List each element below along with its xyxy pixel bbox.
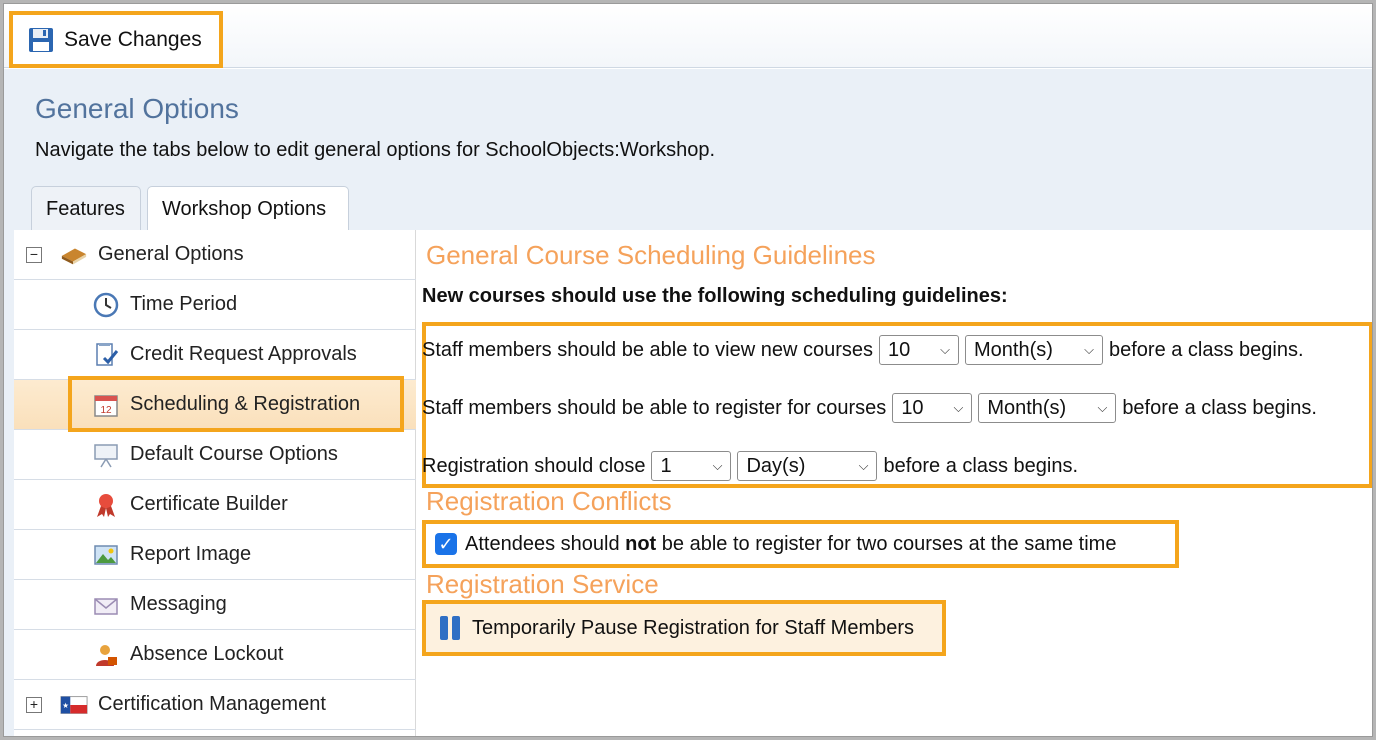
svg-text:12: 12 — [100, 405, 112, 416]
register-courses-number-select[interactable]: 10 ⌵ — [892, 393, 973, 423]
pause-registration-label: Temporarily Pause Registration for Staff… — [472, 616, 915, 639]
tree-label: Scheduling & Registration — [130, 393, 361, 415]
conflicts-checkbox-row[interactable]: ✓ Attendees should not be able to regist… — [422, 520, 1179, 568]
tree-label: Report Image — [130, 543, 252, 565]
conflicts-text-bold: not — [625, 532, 657, 555]
tree-label: Credit Request Approvals — [130, 343, 357, 365]
tree-label: Messaging — [130, 593, 227, 615]
svg-text:★: ★ — [62, 700, 69, 709]
tree-label: Default Course Options — [130, 443, 338, 465]
presentation-icon — [92, 441, 120, 469]
chevron-down-icon: ⌵ — [712, 458, 723, 473]
chevron-down-icon: ⌵ — [1097, 400, 1108, 415]
view-courses-unit-select[interactable]: Month(s) ⌵ — [964, 335, 1103, 365]
document-check-icon — [92, 341, 120, 369]
scheduling-intro: New courses should use the following sch… — [422, 285, 1008, 307]
section-title-scheduling: General Course Scheduling Guidelines — [426, 240, 876, 270]
save-changes-label: Save Changes — [64, 27, 202, 51]
tree-item-credit-request-approvals[interactable]: Credit Request Approvals — [14, 330, 416, 380]
ribbon-icon — [92, 491, 120, 519]
conflicts-text-before: Attendees should — [465, 532, 620, 555]
chevron-down-icon: ⌵ — [858, 458, 869, 473]
page-description: Navigate the tabs below to edit general … — [35, 139, 716, 161]
row-suffix: before a class begins. — [883, 454, 1079, 477]
section-title-service: Registration Service — [426, 569, 659, 599]
settings-panel: General Course Scheduling Guidelines New… — [416, 230, 1372, 736]
registration-close-row: Registration should close 1 ⌵ Day(s) ⌵ b… — [422, 451, 1078, 481]
row-suffix: before a class begins. — [1108, 338, 1304, 361]
row-prefix: Staff members should be able to view new… — [422, 338, 873, 361]
tree-item-absence-lockout[interactable]: Absence Lockout — [14, 630, 416, 680]
user-lock-icon — [92, 641, 120, 669]
tree-label: General Options — [98, 243, 244, 265]
toolbar: Save Changes — [4, 4, 1372, 68]
save-changes-button[interactable]: Save Changes — [9, 11, 223, 68]
registration-close-number-select[interactable]: 1 ⌵ — [651, 451, 732, 481]
book-icon — [60, 241, 88, 269]
view-courses-row: Staff members should be able to view new… — [422, 335, 1304, 365]
register-courses-unit-select[interactable]: Month(s) ⌵ — [978, 393, 1117, 423]
clock-icon — [92, 291, 120, 319]
tree-label: Absence Lockout — [130, 643, 284, 665]
expand-icon[interactable]: + — [26, 696, 42, 713]
tree-item-certification-management[interactable]: + ★ Certification Management — [14, 680, 416, 730]
tree-label: Certification Management — [98, 693, 326, 715]
row-prefix: Staff members should be able to register… — [422, 396, 887, 419]
flag-icon: ★ — [60, 691, 88, 719]
options-tree: − General Options Time Period Credit Req… — [14, 230, 416, 736]
tree-item-scheduling-registration[interactable]: 12 Scheduling & Registration — [14, 380, 416, 430]
tab-workshop-options[interactable]: Workshop Options — [147, 186, 349, 231]
calendar-icon: 12 — [92, 391, 120, 419]
row-prefix: Registration should close — [422, 454, 646, 477]
tree-label: Certificate Builder — [130, 493, 288, 515]
row-suffix: before a class begins. — [1122, 396, 1317, 419]
registration-close-unit-select[interactable]: Day(s) ⌵ — [737, 451, 878, 481]
pause-registration-button[interactable]: Temporarily Pause Registration for Staff… — [422, 600, 946, 656]
app-window: Save Changes General Options Navigate th… — [3, 3, 1373, 737]
tab-features[interactable]: Features — [31, 186, 141, 230]
conflicts-checkbox[interactable]: ✓ — [435, 533, 457, 555]
tree-item-time-period[interactable]: Time Period — [14, 280, 416, 330]
chevron-down-icon: ⌵ — [1084, 342, 1094, 357]
conflicts-text-after: be able to register for two courses at t… — [661, 532, 1117, 555]
chevron-down-icon: ⌵ — [953, 400, 964, 415]
collapse-icon[interactable]: − — [26, 246, 42, 263]
tree-label: Time Period — [130, 293, 238, 315]
envelope-icon — [92, 591, 120, 619]
tree-item-report-image[interactable]: Report Image — [14, 530, 416, 580]
floppy-disk-icon — [27, 26, 55, 54]
chevron-down-icon: ⌵ — [940, 342, 950, 357]
content-area: General Options Navigate the tabs below … — [4, 69, 1372, 736]
register-courses-row: Staff members should be able to register… — [422, 393, 1317, 423]
tree-item-certificate-builder[interactable]: Certificate Builder — [14, 480, 416, 530]
image-icon — [92, 541, 120, 569]
tree-item-general-options[interactable]: − General Options — [14, 230, 416, 280]
page-title: General Options — [35, 93, 239, 124]
tree-item-messaging[interactable]: Messaging — [14, 580, 416, 630]
section-title-conflicts: Registration Conflicts — [426, 486, 672, 516]
pause-icon — [436, 614, 464, 642]
tree-item-default-course-options[interactable]: Default Course Options — [14, 430, 416, 480]
view-courses-number-select[interactable]: 10 ⌵ — [878, 335, 959, 365]
